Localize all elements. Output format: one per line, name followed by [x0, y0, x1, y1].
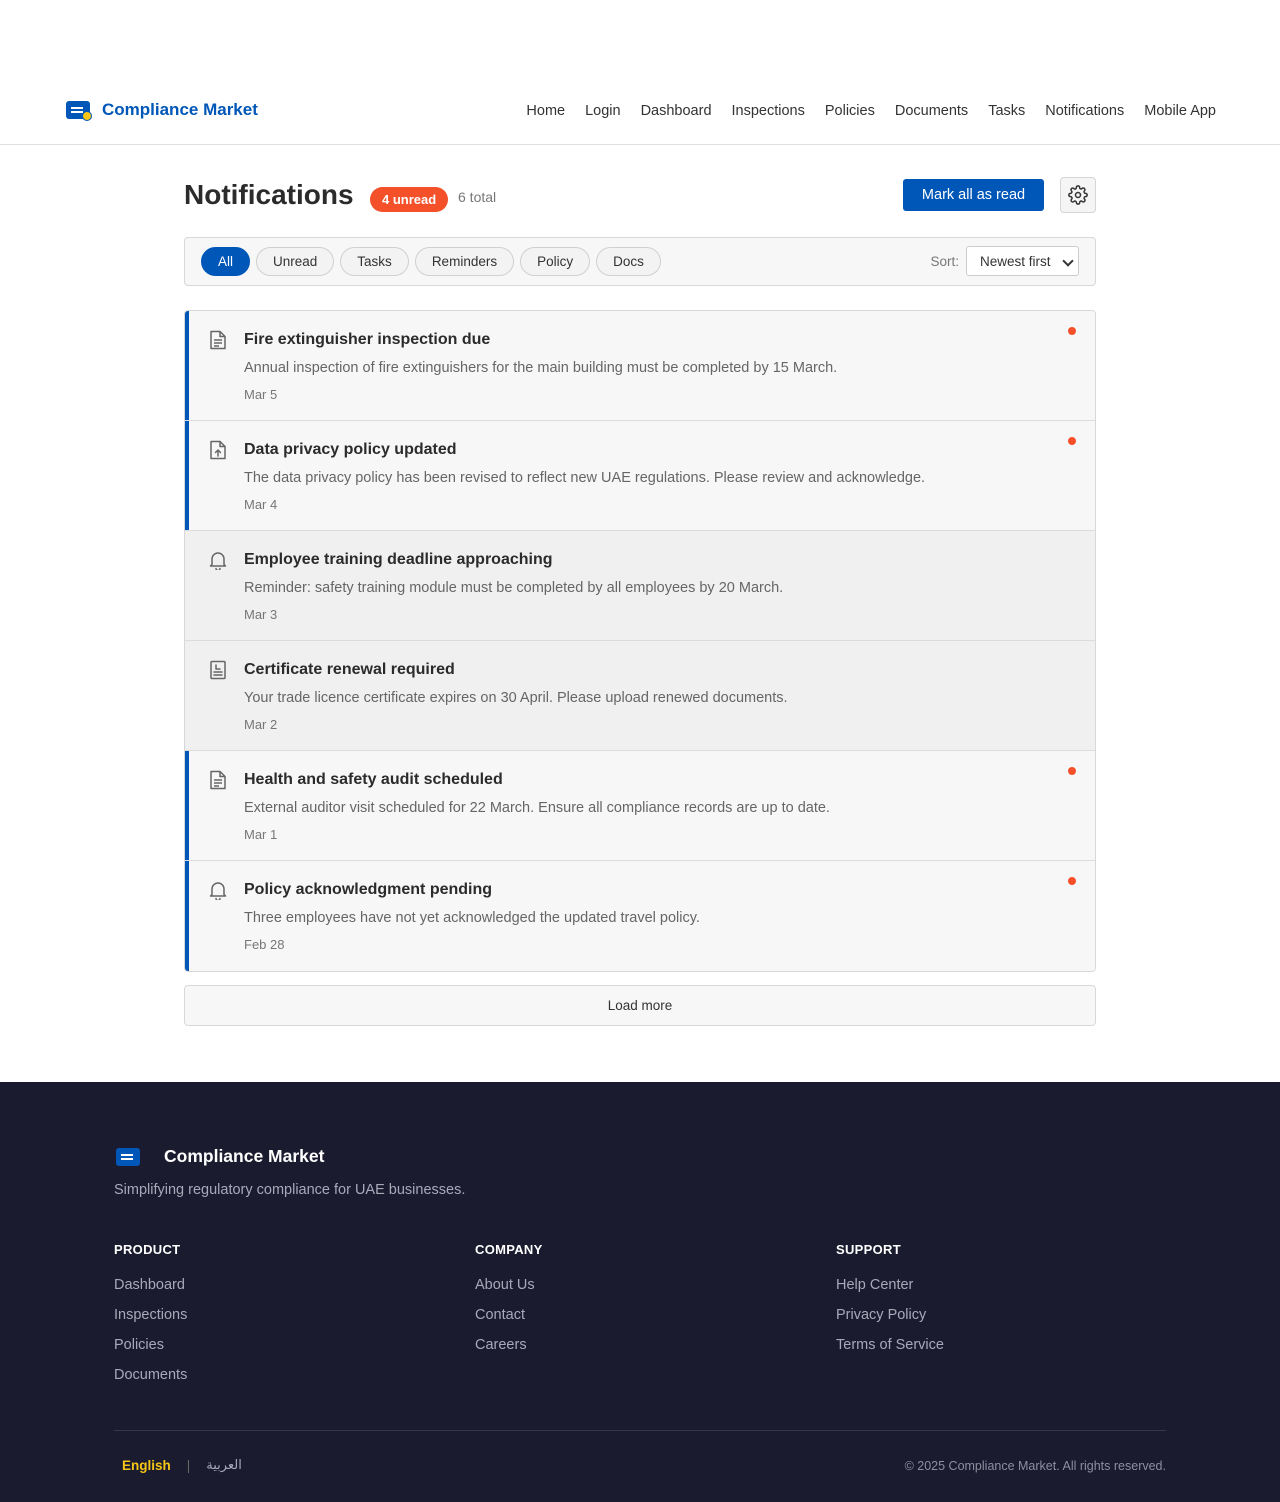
notification-desc: Your trade licence certificate expires o…: [244, 690, 788, 706]
brand-name: Compliance Market: [102, 100, 258, 119]
sort-control: Sort: Newest first: [930, 246, 1079, 276]
notification-desc: Three employees have not yet acknowledge…: [244, 910, 700, 926]
load-more-button[interactable]: Load more: [184, 985, 1096, 1026]
filter-unread[interactable]: Unread: [256, 247, 335, 276]
unread-dot: [1068, 877, 1076, 885]
main-content: Notifications 4 unread 6 total Mark all …: [184, 145, 1096, 1026]
nav-inspections[interactable]: Inspections: [732, 103, 805, 119]
notification-title: Policy acknowledgment pending: [244, 881, 493, 898]
bell-icon: [209, 882, 227, 900]
page-title: Notifications: [184, 179, 354, 210]
main-nav: Home Login Dashboard Inspections Policie…: [526, 103, 1216, 119]
copyright: © 2025 Compliance Market. All rights res…: [904, 1459, 1166, 1473]
notification-item[interactable]: Employee training deadline approaching R…: [185, 531, 1095, 641]
nav-login[interactable]: Login: [585, 103, 620, 119]
sort-value: Newest first: [980, 253, 1051, 269]
footer-link-about[interactable]: About Us: [475, 1277, 543, 1294]
notification-title: Employee training deadline approaching: [244, 551, 553, 568]
settings-button[interactable]: [1060, 177, 1096, 213]
filter-tasks[interactable]: Tasks: [340, 247, 409, 276]
filter-reminders[interactable]: Reminders: [414, 247, 515, 276]
unread-badge: 4 unread: [370, 187, 449, 212]
footer-link-terms[interactable]: Terms of Service: [836, 1337, 944, 1354]
footer-link-inspections[interactable]: Inspections: [114, 1307, 187, 1324]
gear-icon: [1068, 185, 1088, 205]
notification-item[interactable]: Certificate renewal required Your trade …: [185, 641, 1095, 751]
footer-divider: [114, 1430, 1166, 1431]
footer-link-contact[interactable]: Contact: [475, 1307, 543, 1324]
unread-dot: [1068, 767, 1076, 775]
footer-link-documents[interactable]: Documents: [114, 1367, 187, 1384]
footer-link-dashboard[interactable]: Dashboard: [114, 1277, 187, 1294]
notification-date: Feb 28: [244, 937, 285, 952]
notification-date: Mar 2: [244, 717, 278, 732]
logo-icon: [66, 101, 92, 121]
footer-heading: SUPPORT: [836, 1242, 901, 1257]
filter-bar: All Unread Tasks Reminders Policy Docs S…: [184, 237, 1096, 286]
notification-title: Certificate renewal required: [244, 661, 455, 678]
notification-date: Mar 1: [244, 827, 278, 842]
unread-dot: [1068, 437, 1076, 445]
logo-icon: [116, 1147, 140, 1166]
site-footer: Compliance Market Simplifying regulatory…: [0, 1082, 1280, 1502]
sort-select[interactable]: Newest first: [966, 246, 1079, 276]
nav-documents[interactable]: Documents: [895, 103, 968, 119]
notification-item[interactable]: Health and safety audit scheduled Extern…: [185, 751, 1095, 861]
footer-heading: PRODUCT: [114, 1242, 181, 1257]
footer-link-careers[interactable]: Careers: [475, 1337, 543, 1354]
notification-list: Fire extinguisher inspection due Annual …: [184, 310, 1096, 972]
lang-arabic[interactable]: العربية: [206, 1458, 242, 1473]
lang-separator: |: [186, 1458, 191, 1473]
footer-column-support: SUPPORT Help Center Privacy Policy Terms…: [836, 1242, 944, 1367]
mark-all-read-button[interactable]: Mark all as read: [903, 179, 1044, 211]
sort-label: Sort:: [930, 253, 959, 269]
notification-title: Data privacy policy updated: [244, 441, 457, 458]
nav-notifications[interactable]: Notifications: [1045, 103, 1124, 119]
brand-logo[interactable]: Compliance Market: [66, 100, 258, 121]
notification-desc: Reminder: safety training module must be…: [244, 580, 784, 596]
notification-item[interactable]: Data privacy policy updated The data pri…: [185, 421, 1095, 531]
notification-title: Fire extinguisher inspection due: [244, 331, 491, 348]
nav-dashboard[interactable]: Dashboard: [641, 103, 712, 119]
filter-all[interactable]: All: [201, 247, 251, 276]
footer-tagline: Simplifying regulatory compliance for UA…: [114, 1182, 466, 1198]
notification-date: Mar 3: [244, 607, 278, 622]
footer-link-policies[interactable]: Policies: [114, 1337, 187, 1354]
notification-date: Mar 4: [244, 497, 278, 512]
footer-link-privacy[interactable]: Privacy Policy: [836, 1307, 944, 1324]
title-row: Notifications 4 unread 6 total Mark all …: [184, 145, 1096, 237]
lang-english[interactable]: English: [122, 1458, 171, 1473]
filter-docs[interactable]: Docs: [596, 247, 661, 276]
footer-link-help[interactable]: Help Center: [836, 1277, 944, 1294]
language-switcher: English | العربية: [122, 1458, 242, 1473]
notification-date: Mar 5: [244, 387, 278, 402]
notification-title: Health and safety audit scheduled: [244, 771, 503, 788]
document-icon: [210, 770, 226, 790]
footer-brand[interactable]: Compliance Market: [116, 1146, 324, 1167]
nav-policies[interactable]: Policies: [825, 103, 875, 119]
bell-icon: [209, 552, 227, 570]
footer-heading: COMPANY: [475, 1242, 543, 1257]
nav-mobile-app[interactable]: Mobile App: [1144, 103, 1216, 119]
site-header: Compliance Market Home Login Dashboard I…: [0, 80, 1280, 145]
document-icon: [210, 330, 226, 350]
file-upload-icon: [210, 440, 226, 460]
notification-desc: Annual inspection of fire extinguishers …: [244, 360, 838, 376]
certificate-icon: [210, 660, 226, 680]
footer-brand-name: Compliance Market: [164, 1146, 325, 1166]
footer-column-product: PRODUCT Dashboard Inspections Policies D…: [114, 1242, 187, 1397]
notification-item[interactable]: Fire extinguisher inspection due Annual …: [185, 311, 1095, 421]
total-count: 6 total: [458, 189, 497, 205]
nav-tasks[interactable]: Tasks: [988, 103, 1025, 119]
unread-dot: [1068, 327, 1076, 335]
nav-home[interactable]: Home: [526, 103, 565, 119]
filter-chips: All Unread Tasks Reminders Policy Docs: [201, 247, 661, 276]
filter-policy[interactable]: Policy: [520, 247, 591, 276]
notification-item[interactable]: Policy acknowledgment pending Three empl…: [185, 861, 1095, 971]
footer-column-company: COMPANY About Us Contact Careers: [475, 1242, 543, 1367]
notification-desc: The data privacy policy has been revised…: [244, 470, 926, 486]
notification-desc: External auditor visit scheduled for 22 …: [244, 800, 830, 816]
